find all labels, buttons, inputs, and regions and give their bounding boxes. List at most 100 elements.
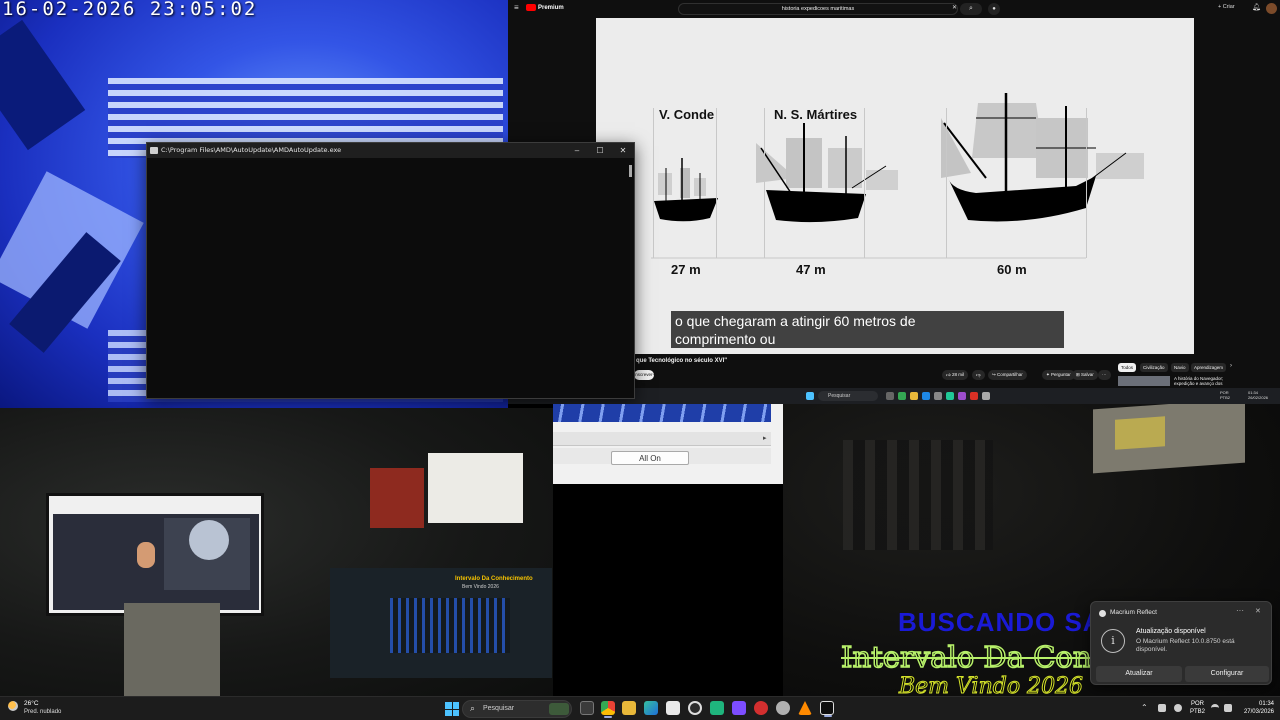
edge-icon [922,392,930,400]
console-titlebar[interactable]: C:\Program Files\AMD\AutoUpdate\AMDAutoU… [147,143,634,158]
keyboard-layout: PTB2 [1190,709,1206,715]
weather-temperature[interactable]: 26°C [24,700,39,707]
overlay-text-yellow: Bem Vindo 2026 [898,674,1084,697]
captured-lang: POR PTB2 [1220,390,1231,400]
weather-icon[interactable] [8,701,18,711]
search-placeholder: Pesquisar [483,705,515,712]
video-player[interactable]: V. Conde N. S. Mártires 27 m 47 m 60 m o… [596,18,1194,354]
chip-all[interactable]: Todos [1118,363,1137,372]
subscribe-button[interactable]: Inscrever-se [634,370,654,387]
app-icon[interactable] [710,701,724,715]
search-button[interactable]: ⌕ [960,3,982,15]
like-count: 28 mil [951,372,964,377]
app-icon-red[interactable] [754,701,768,715]
ships-illustration [651,93,1144,259]
task-view-icon[interactable] [580,701,594,715]
minimize-button[interactable]: – [566,143,588,158]
room-camera-feed: Intervalo Da Conhecimento Bem Vindo 2026 [0,408,553,696]
vlc-icon[interactable] [798,701,812,715]
monitor-mixer [330,568,552,678]
taskbar: 26°C Pred. nublado ⌕ Pesquisar ⌃ POR PTB… [0,696,1280,720]
tray-app-icon[interactable] [1158,704,1166,712]
mixer-bars [390,598,510,653]
obs-icon[interactable] [688,701,702,715]
notification-more-button[interactable]: ··· [1236,606,1244,615]
scroll-right-icon[interactable]: ▸ [763,434,767,442]
share-button[interactable]: ↪ Compartilhar [988,370,1027,380]
ship-n-s-martires [756,123,898,223]
clock-time: 01:34 [1258,701,1274,707]
more-actions-button[interactable]: ··· [1098,370,1111,380]
guide-line [1086,108,1087,258]
notification-close-button[interactable]: ✕ [1255,607,1261,615]
folder-icon [910,392,918,400]
taskbar-search[interactable]: ⌕ Pesquisar [462,700,572,718]
ship-length: 27 m [671,262,701,277]
video-subtitle: o que chegaram a atingir 60 metros de co… [671,311,1064,348]
guide-line [764,108,765,258]
configure-button[interactable]: Configurar [1185,666,1269,682]
search-highlight-image [549,703,569,715]
guide-line [864,108,865,258]
maximize-button[interactable]: ☐ [589,143,611,158]
wifi-icon[interactable] [1211,704,1219,712]
save-button[interactable]: ⊞ Salvar [1072,370,1098,380]
chip-navio[interactable]: Navio [1171,363,1189,372]
dislike-button[interactable]: 👎︎ [972,370,985,380]
console-app-icon [150,147,158,154]
ship-label: V. Conde [659,107,715,122]
search-input[interactable]: historia expedicoes maritimas [678,3,958,15]
chip-civilizacao[interactable]: Civilização [1140,363,1168,372]
subtitle-line: comprimento ou [675,331,776,347]
room-screen-text: Intervalo Da Conhecimento [455,576,533,582]
hull [948,176,1096,222]
console-window[interactable]: C:\Program Files\AMD\AutoUpdate\AMDAutoU… [146,142,635,399]
recommended-title[interactable]: A história do Navegador; expedição e ava… [1174,376,1244,386]
sail [828,148,862,188]
console-scrollbar[interactable] [629,165,632,177]
app-icon [982,392,990,400]
preview-strip [553,404,771,422]
menu-icon[interactable]: ≡ [514,4,522,12]
edge-icon[interactable] [644,701,658,715]
create-button[interactable]: + Criar [1218,4,1235,10]
notification-bell-icon[interactable]: 🔔︎ [1252,3,1261,11]
avatar[interactable] [1266,3,1277,14]
tv-content [1115,416,1165,450]
search-icon: ⌕ [470,703,476,713]
clock-date: 27/03/2026 [1243,709,1274,715]
like-button[interactable]: 👍︎ 28 mil [942,370,968,380]
hull [654,198,718,222]
youtube-logo[interactable]: Premium [526,4,564,11]
close-button[interactable]: ✕ [612,143,634,158]
all-on-button[interactable]: All On [611,451,689,465]
tray-overflow-icon[interactable]: ⌃ [1141,703,1148,712]
update-button[interactable]: Atualizar [1096,666,1182,682]
chip-aprendizagem[interactable]: Aprendizagem [1191,363,1227,372]
language-indicator[interactable]: POR PTB2 [1190,700,1205,716]
start-icon [806,392,814,400]
chip-next-arrow-icon[interactable]: › [1230,363,1232,369]
discord-icon[interactable] [732,701,746,715]
microphone-icon[interactable]: ● [988,3,1000,15]
recommended-thumbnail[interactable] [1118,376,1170,386]
clear-search-icon[interactable]: ✕ [952,4,957,11]
ship-length: 60 m [997,262,1027,277]
taskbar-clock[interactable]: 01:34 27/03/2026 [1240,700,1274,716]
notification-title: Atualização disponível [1136,628,1206,635]
youtube-header: ≡ Premium historia expedicoes maritimas … [508,0,1280,18]
settings-gear-icon[interactable] [776,701,790,715]
start-button[interactable] [445,702,459,716]
update-notification[interactable]: Macrium Reflect ··· ✕ i Atualização disp… [1090,601,1272,685]
microphone-icon[interactable] [1174,704,1182,712]
app-icon [886,392,894,400]
volume-icon[interactable] [1224,704,1232,712]
ask-button[interactable]: ✦ Perguntar [1042,370,1075,380]
notepad-icon[interactable] [666,701,680,715]
file-explorer-icon[interactable] [622,701,636,715]
terminal-icon[interactable] [820,701,834,717]
horizontal-scrollbar[interactable] [553,432,771,446]
info-icon: i [1101,629,1125,653]
weather-description[interactable]: Pred. nublado [24,709,61,715]
chrome-icon[interactable] [601,701,615,718]
